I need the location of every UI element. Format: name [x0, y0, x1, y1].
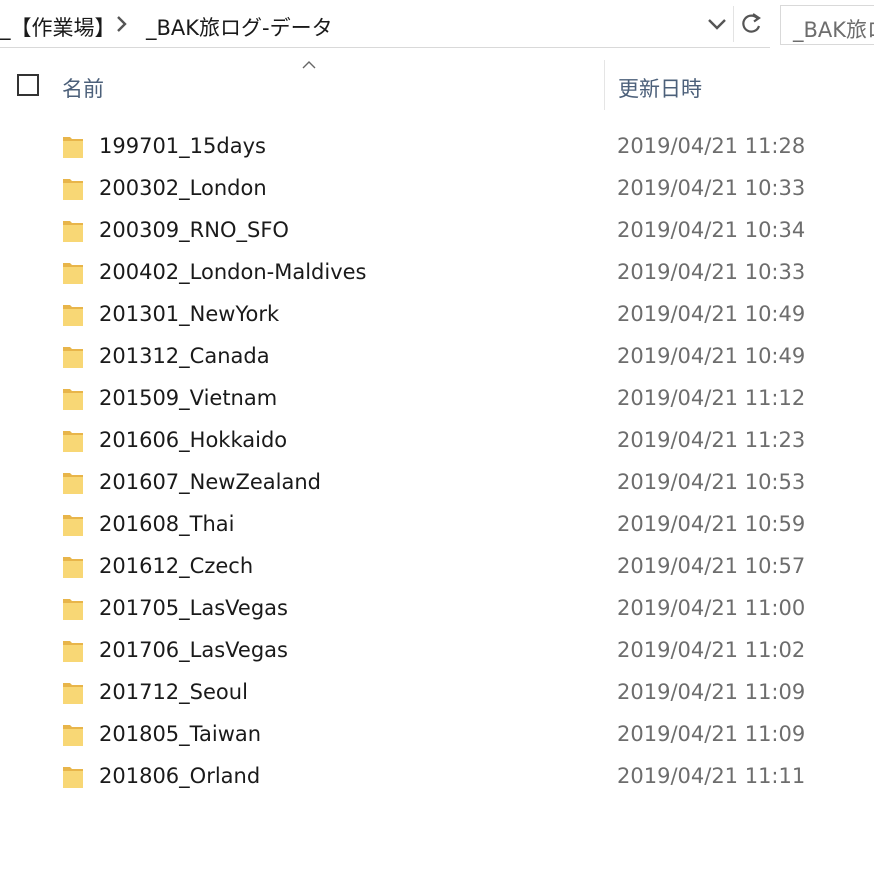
chevron-right-icon[interactable]	[113, 12, 131, 36]
file-date: 2019/04/21 11:02	[617, 638, 806, 662]
search-placeholder: _BAK旅ロ	[793, 18, 874, 42]
select-all-checkbox[interactable]	[17, 74, 39, 96]
folder-icon	[62, 302, 84, 328]
file-name[interactable]: 201805_Taiwan	[99, 722, 261, 746]
file-name[interactable]: 201301_NewYork	[99, 302, 279, 326]
refresh-icon[interactable]	[735, 6, 768, 42]
file-date: 2019/04/21 10:34	[617, 218, 806, 242]
folder-icon	[62, 638, 84, 664]
folder-icon	[62, 512, 84, 538]
column-divider[interactable]	[604, 60, 605, 110]
file-name[interactable]: 201806_Orland	[99, 764, 260, 788]
list-item[interactable]: 201705_LasVegas 2019/04/21 11:00	[0, 588, 874, 630]
list-item[interactable]: 201806_Orland 2019/04/21 11:11	[0, 756, 874, 798]
list-item[interactable]: 200302_London 2019/04/21 10:33	[0, 168, 874, 210]
folder-icon	[62, 554, 84, 580]
folder-icon	[62, 260, 84, 286]
folder-icon	[62, 596, 84, 622]
file-name[interactable]: 200309_RNO_SFO	[99, 218, 289, 242]
list-item[interactable]: 201706_LasVegas 2019/04/21 11:02	[0, 630, 874, 672]
file-date: 2019/04/21 11:09	[617, 722, 806, 746]
file-name[interactable]: 201608_Thai	[99, 512, 235, 536]
list-item[interactable]: 201608_Thai 2019/04/21 10:59	[0, 504, 874, 546]
file-name[interactable]: 201607_NewZealand	[99, 470, 321, 494]
folder-icon	[62, 134, 84, 160]
chevron-down-icon[interactable]	[702, 8, 732, 40]
sort-up-icon	[300, 56, 318, 69]
list-item[interactable]: 201805_Taiwan 2019/04/21 11:09	[0, 714, 874, 756]
list-item[interactable]: 201712_Seoul 2019/04/21 11:09	[0, 672, 874, 714]
list-item[interactable]: 201312_Canada 2019/04/21 10:49	[0, 336, 874, 378]
file-date: 2019/04/21 10:49	[617, 302, 806, 326]
list-item[interactable]: 200402_London-Maldives 2019/04/21 10:33	[0, 252, 874, 294]
folder-icon	[62, 764, 84, 790]
list-item[interactable]: 201606_Hokkaido 2019/04/21 11:23	[0, 420, 874, 462]
file-date: 2019/04/21 11:09	[617, 680, 806, 704]
file-list: 199701_15days 2019/04/21 11:28 200302_Lo…	[0, 126, 874, 798]
address-bar[interactable]: _【作業場】 _BAK旅ログ-データ	[0, 0, 770, 48]
folder-icon	[62, 680, 84, 706]
folder-icon	[62, 428, 84, 454]
file-date: 2019/04/21 11:23	[617, 428, 806, 452]
list-item[interactable]: 201612_Czech 2019/04/21 10:57	[0, 546, 874, 588]
folder-icon	[62, 470, 84, 496]
folder-icon	[62, 218, 84, 244]
file-name[interactable]: 201712_Seoul	[99, 680, 248, 704]
file-date: 2019/04/21 10:53	[617, 470, 806, 494]
file-name[interactable]: 200302_London	[99, 176, 267, 200]
file-name[interactable]: 201612_Czech	[99, 554, 253, 578]
folder-icon	[62, 722, 84, 748]
file-date: 2019/04/21 10:57	[617, 554, 806, 578]
file-date: 2019/04/21 11:11	[617, 764, 806, 788]
file-name[interactable]: 200402_London-Maldives	[99, 260, 367, 284]
file-date: 2019/04/21 11:28	[617, 134, 806, 158]
file-name[interactable]: 201509_Vietnam	[99, 386, 277, 410]
folder-icon	[62, 176, 84, 202]
column-header-name[interactable]: 名前	[62, 73, 104, 103]
file-name[interactable]: 201312_Canada	[99, 344, 270, 368]
file-date: 2019/04/21 11:12	[617, 386, 806, 410]
breadcrumb-parent[interactable]: _【作業場】	[0, 12, 116, 42]
list-item[interactable]: 201509_Vietnam 2019/04/21 11:12	[0, 378, 874, 420]
folder-icon	[62, 344, 84, 370]
file-date: 2019/04/21 10:59	[617, 512, 806, 536]
file-name[interactable]: 199701_15days	[99, 134, 266, 158]
search-input[interactable]: _BAK旅ロ	[780, 5, 874, 45]
list-item[interactable]: 199701_15days 2019/04/21 11:28	[0, 126, 874, 168]
file-name[interactable]: 201706_LasVegas	[99, 638, 288, 662]
list-item[interactable]: 201301_NewYork 2019/04/21 10:49	[0, 294, 874, 336]
address-divider	[733, 6, 734, 42]
column-header-date-modified[interactable]: 更新日時	[618, 73, 702, 103]
file-date: 2019/04/21 10:33	[617, 176, 806, 200]
folder-icon	[62, 386, 84, 412]
file-date: 2019/04/21 11:00	[617, 596, 806, 620]
file-date: 2019/04/21 10:33	[617, 260, 806, 284]
list-item[interactable]: 200309_RNO_SFO 2019/04/21 10:34	[0, 210, 874, 252]
breadcrumb-current[interactable]: _BAK旅ログ-データ	[146, 12, 333, 42]
file-name[interactable]: 201606_Hokkaido	[99, 428, 287, 452]
file-name[interactable]: 201705_LasVegas	[99, 596, 288, 620]
file-date: 2019/04/21 10:49	[617, 344, 806, 368]
list-item[interactable]: 201607_NewZealand 2019/04/21 10:53	[0, 462, 874, 504]
